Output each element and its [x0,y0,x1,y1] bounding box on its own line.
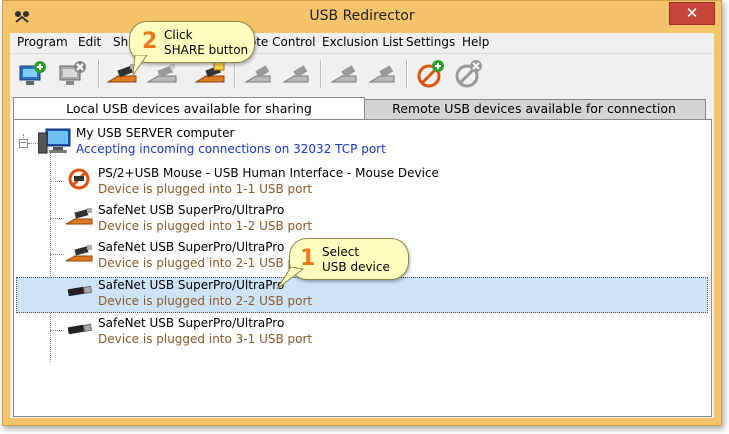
toolbar-separator [406,60,408,88]
title-bar[interactable]: USB Redirector ✕ [3,1,721,33]
toolbar-separator [234,60,236,88]
callout-pointer [277,267,305,290]
device-settings-icon[interactable] [366,58,398,90]
tree-line [50,330,64,331]
device-status: Device is plugged into 1-1 USB port [98,182,313,196]
add-server-icon[interactable] [16,58,48,90]
tree-line [50,181,64,182]
device-status: Device is plugged into 2-2 USB port [98,294,313,308]
device-name: SafeNet USB SuperPro/UltraPro [98,278,285,292]
remove-exclusion-icon[interactable] [452,58,484,90]
tree-line [50,218,64,219]
server-status: Accepting incoming connections on 32032 … [76,142,386,156]
device-status: Device is plugged into 1-2 USB port [98,219,313,233]
auto-connect-icon[interactable] [328,58,360,90]
device-name: PS/2+USB Mouse - USB Human Interface - M… [98,166,439,180]
callout-line: SHARE button [164,43,249,57]
tab-remote-devices[interactable]: Remote USB devices available for connect… [362,99,706,120]
menu-edit[interactable]: Edit [78,35,101,49]
collapse-toggle[interactable]: − [19,139,28,148]
disconnect-icon[interactable] [280,58,312,90]
usb-plug-icon [67,323,93,335]
device-name: SafeNet USB SuperPro/UltraPro [98,203,285,217]
tab-local-devices[interactable]: Local USB devices available for sharing [13,97,365,121]
computer-icon [38,128,71,154]
callout-number: 2 [142,29,158,54]
callout-select: 1 Select USB device [289,238,409,280]
tab-strip: Remote USB devices available for connect… [10,97,714,121]
device-item[interactable]: SafeNet USB SuperPro/UltraPro Device is … [66,203,666,236]
callout-pointer [132,55,148,77]
menu-bar: Program Edit Share Remote Control Exclus… [10,33,714,52]
blocked-device-icon [68,168,90,190]
connect-icon[interactable] [242,58,274,90]
close-button[interactable]: ✕ [669,2,715,25]
server-name: My USB SERVER computer [76,126,235,140]
device-item-selected[interactable]: SafeNet USB SuperPro/UltraPro Device is … [66,278,666,311]
toolbar [10,53,714,94]
shared-usb-icon [66,208,93,225]
callout-line: Select [322,245,360,259]
add-exclusion-icon[interactable] [414,58,446,90]
client-area: Program Edit Share Remote Control Exclus… [10,33,714,418]
device-item[interactable]: PS/2+USB Mouse - USB Human Interface - M… [66,166,666,199]
window-title: USB Redirector [309,8,415,24]
callout-line: USB device [322,260,390,274]
app-window: USB Redirector ✕ Program Edit Share Remo… [2,0,722,426]
device-status: Device is plugged into 3-1 USB port [98,332,313,346]
tree-line [50,254,64,255]
callout-line: Click [164,28,193,42]
menu-help[interactable]: Help [462,35,489,49]
device-name: SafeNet USB SuperPro/UltraPro [98,316,285,330]
device-name: SafeNet USB SuperPro/UltraPro [98,240,285,254]
menu-exclusion-list[interactable]: Exclusion List [322,35,403,49]
device-item[interactable]: SafeNet USB SuperPro/UltraPro Device is … [66,316,666,349]
menu-program[interactable]: Program [17,35,68,49]
remove-server-icon[interactable] [56,58,88,90]
toolbar-separator [320,60,322,88]
shared-usb-icon [66,245,93,262]
usb-plug-icon [67,285,93,297]
toolbar-separator [98,60,100,88]
menu-settings[interactable]: Settings [406,35,455,49]
